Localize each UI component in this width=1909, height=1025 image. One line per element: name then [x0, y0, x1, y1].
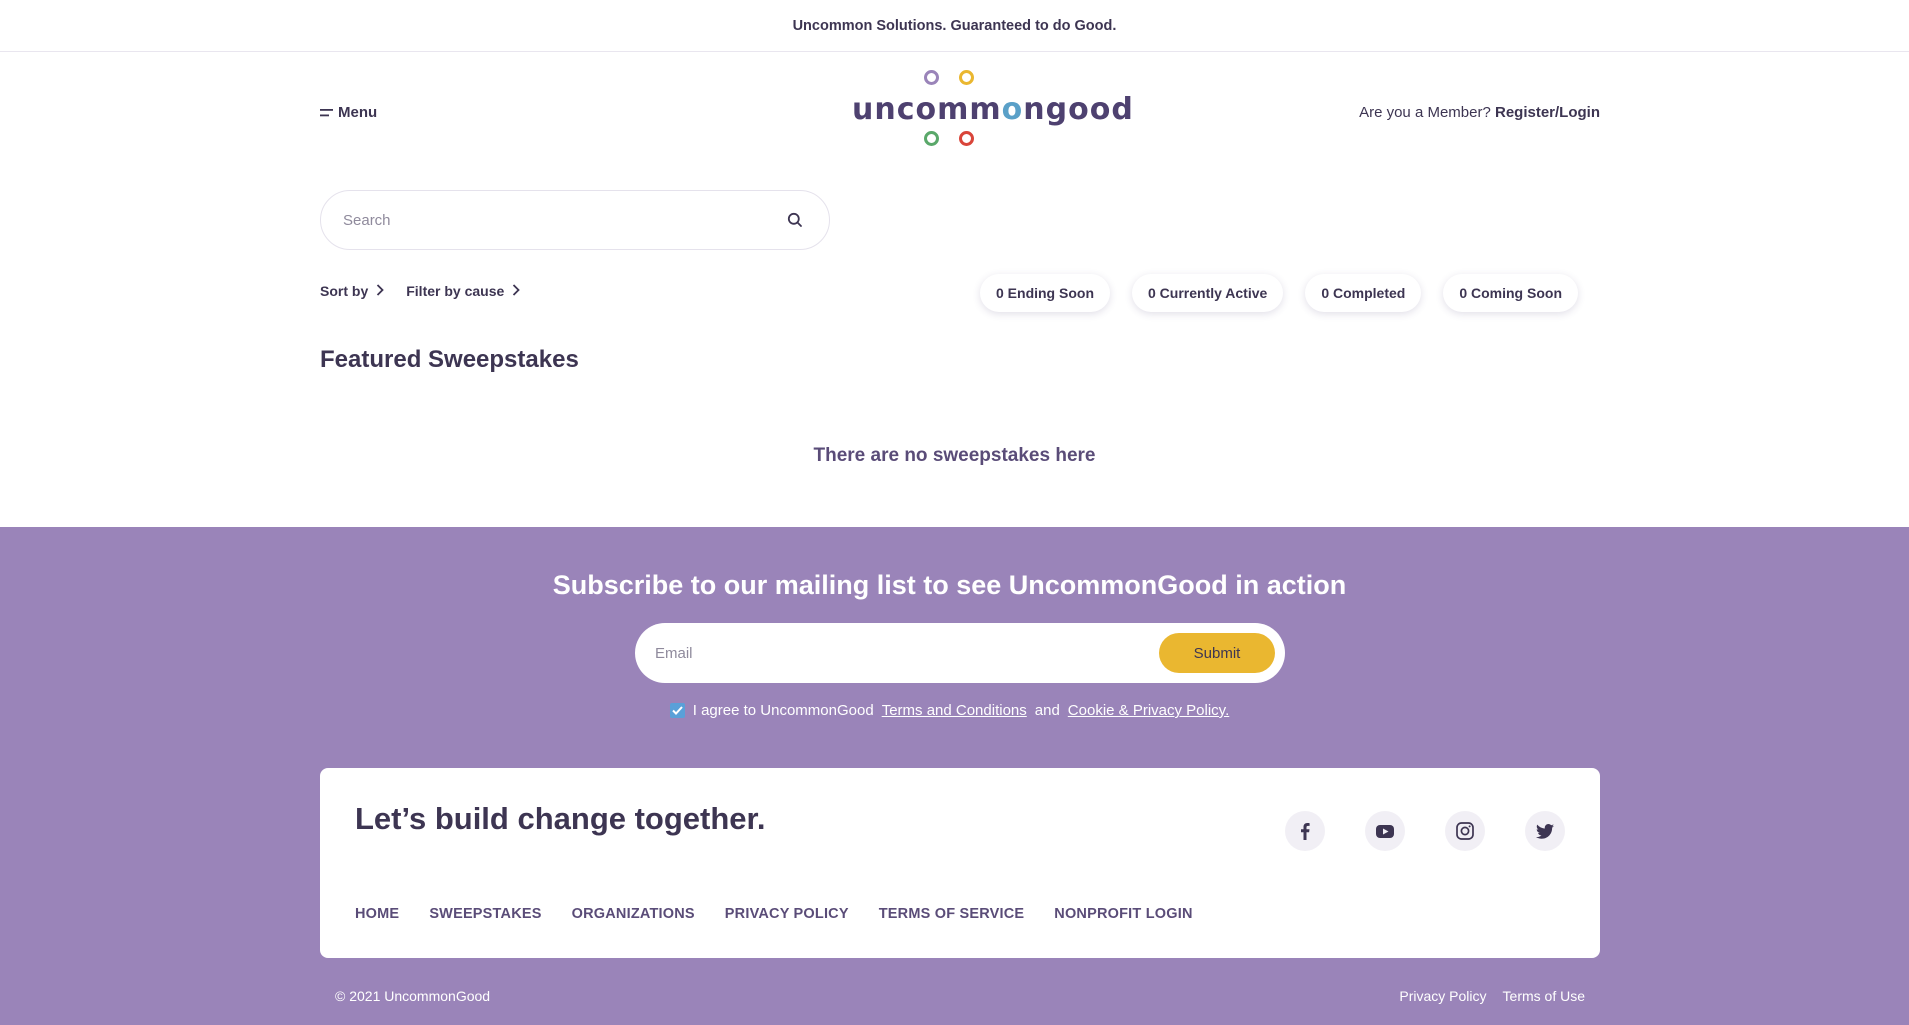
subscribe-form: Submit — [635, 623, 1285, 683]
footer-nav-nonprofit-login[interactable]: NONPROFIT LOGIN — [1054, 906, 1192, 922]
chevron-right-icon — [376, 283, 385, 299]
footer-nav-privacy-policy[interactable]: PRIVACY POLICY — [725, 906, 849, 922]
site-header: Menu uncommongood Are you a Member? Regi… — [320, 52, 1600, 172]
member-login: Are you a Member? Register/Login — [1359, 104, 1600, 121]
featured-sweepstakes-heading: Featured Sweepstakes — [320, 346, 579, 373]
sort-by-button[interactable]: Sort by — [320, 283, 385, 299]
empty-state: There are no sweepstakes here — [0, 445, 1909, 467]
terms-of-use-link[interactable]: Terms of Use — [1503, 988, 1585, 1004]
empty-state-message: There are no sweepstakes here — [813, 445, 1096, 466]
footer-nav-home[interactable]: HOME — [355, 906, 399, 922]
consent-checkbox[interactable] — [669, 703, 685, 718]
top-announcement-bar: Uncommon Solutions. Guaranteed to do Goo… — [0, 0, 1909, 52]
logo-dot-green — [924, 131, 939, 146]
footer-card-title: Let’s build change together. — [355, 801, 766, 836]
register-login-link[interactable]: Register/Login — [1495, 104, 1600, 121]
search-icon[interactable] — [783, 208, 807, 232]
status-pill-group: 0 Ending Soon 0 Currently Active 0 Compl… — [980, 274, 1589, 312]
hamburger-icon — [320, 108, 334, 118]
footer-nav: HOME SWEEPSTAKES ORGANIZATIONS PRIVACY P… — [355, 906, 1193, 922]
submit-button[interactable]: Submit — [1159, 633, 1275, 673]
consent-row: I agree to UncommonGood Terms and Condit… — [0, 702, 1909, 719]
cookie-privacy-link[interactable]: Cookie & Privacy Policy. — [1068, 702, 1229, 719]
pill-completed[interactable]: 0 Completed — [1305, 274, 1422, 312]
email-field[interactable] — [655, 644, 1159, 662]
filter-controls: Sort by Filter by cause — [320, 283, 521, 299]
instagram-icon[interactable] — [1445, 811, 1485, 851]
uncommongood-logo[interactable]: uncommongood — [852, 70, 1133, 152]
legal-links: Privacy Policy Terms of Use — [1399, 988, 1585, 1004]
footer-nav-sweepstakes[interactable]: SWEEPSTAKES — [429, 906, 541, 922]
logo-dot-yellow — [959, 70, 974, 85]
copyright-text: © 2021 UncommonGood — [335, 988, 491, 1004]
pill-coming-soon[interactable]: 0 Coming Soon — [1443, 274, 1578, 312]
menu-button[interactable]: Menu — [320, 104, 377, 121]
pill-currently-active[interactable]: 0 Currently Active — [1132, 274, 1284, 312]
site-footer: Subscribe to our mailing list to see Unc… — [0, 527, 1909, 1025]
consent-text: I agree to UncommonGood — [692, 702, 874, 719]
privacy-policy-link[interactable]: Privacy Policy — [1399, 988, 1486, 1004]
search-bar — [320, 190, 830, 250]
facebook-icon[interactable] — [1285, 811, 1325, 851]
logo-dot-purple — [924, 70, 939, 85]
menu-label: Menu — [338, 104, 378, 121]
logo-dot-red — [959, 131, 974, 146]
footer-nav-terms-of-service[interactable]: TERMS OF SERVICE — [879, 906, 1025, 922]
footer-card: Let’s build change together. HOME SWEEPS… — [320, 768, 1600, 958]
youtube-icon[interactable] — [1365, 811, 1405, 851]
chevron-right-icon — [512, 283, 521, 299]
twitter-icon[interactable] — [1525, 811, 1565, 851]
pill-ending-soon[interactable]: 0 Ending Soon — [980, 274, 1110, 312]
terms-and-conditions-link[interactable]: Terms and Conditions — [882, 702, 1027, 719]
social-links — [1285, 811, 1565, 851]
logo-wordmark: uncommongood — [852, 92, 1134, 127]
filter-by-cause-label: Filter by cause — [406, 283, 505, 299]
subscribe-heading: Subscribe to our mailing list to see Unc… — [552, 570, 1347, 600]
tagline: Uncommon Solutions. Guaranteed to do Goo… — [792, 17, 1117, 34]
search-input[interactable] — [343, 211, 783, 229]
sort-by-label: Sort by — [320, 283, 369, 299]
footer-nav-organizations[interactable]: ORGANIZATIONS — [572, 906, 695, 922]
filter-by-cause-button[interactable]: Filter by cause — [406, 283, 521, 299]
consent-and-text: and — [1034, 702, 1060, 719]
member-prompt: Are you a Member? — [1359, 104, 1491, 121]
